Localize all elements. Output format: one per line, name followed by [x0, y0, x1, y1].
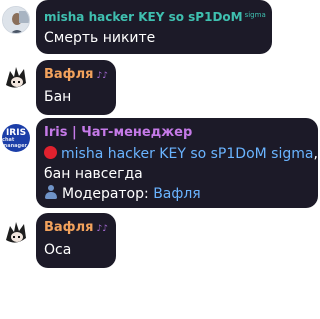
message-bubble[interactable]: Вафля ♪♪ Оса: [36, 213, 116, 268]
moderator-label: Модератор:: [62, 186, 149, 202]
music-note-icon: ♪♪: [96, 71, 108, 81]
user-silhouette-icon: [44, 185, 58, 199]
anime-character-avatar-icon: [2, 63, 30, 91]
avatar[interactable]: [2, 218, 30, 246]
message-bubble[interactable]: Iris | Чат-менеджер misha hacker KEY so …: [36, 118, 318, 208]
message-text: Смерть никите: [44, 30, 156, 46]
message-author[interactable]: Iris | Чат-менеджер: [44, 124, 309, 142]
author-name[interactable]: misha hacker KEY so sP1DoM: [44, 10, 243, 24]
message-bubble[interactable]: misha hacker KEY so sP1DoM sigma Смерть н…: [36, 0, 272, 54]
author-suffix: sigma: [244, 11, 266, 19]
avatar[interactable]: [2, 63, 30, 91]
ban-action-text: бан навсегда: [44, 166, 143, 182]
message-text: Оса: [44, 242, 72, 258]
message-author[interactable]: misha hacker KEY so sP1DoM sigma: [44, 6, 266, 26]
moderator-line: Модератор: Вафля: [44, 184, 309, 204]
target-user-link[interactable]: misha hacker KEY so sP1DoM sigma: [61, 146, 313, 162]
profile-photo-icon: [3, 7, 29, 33]
message-author[interactable]: Вафля ♪♪: [44, 66, 108, 85]
anime-character-avatar-icon: [2, 218, 30, 246]
message-author[interactable]: Вафля ♪♪: [44, 219, 108, 238]
author-name[interactable]: Вафля: [44, 67, 93, 82]
avatar[interactable]: IRIS chat manager: [2, 124, 30, 152]
avatar[interactable]: [2, 6, 30, 34]
moderator-link[interactable]: Вафля: [153, 186, 201, 202]
message-text: Бан: [44, 89, 72, 105]
message-bubble[interactable]: Вафля ♪♪ Бан: [36, 60, 116, 115]
music-note-icon: ♪♪: [96, 224, 108, 234]
comma: ,: [313, 146, 318, 162]
red-circle-icon: [44, 146, 57, 159]
author-name[interactable]: Вафля: [44, 220, 93, 235]
ban-target-line: misha hacker KEY so sP1DoM sigma,: [44, 144, 318, 164]
iris-logo-subtext: chat manager: [2, 136, 27, 149]
